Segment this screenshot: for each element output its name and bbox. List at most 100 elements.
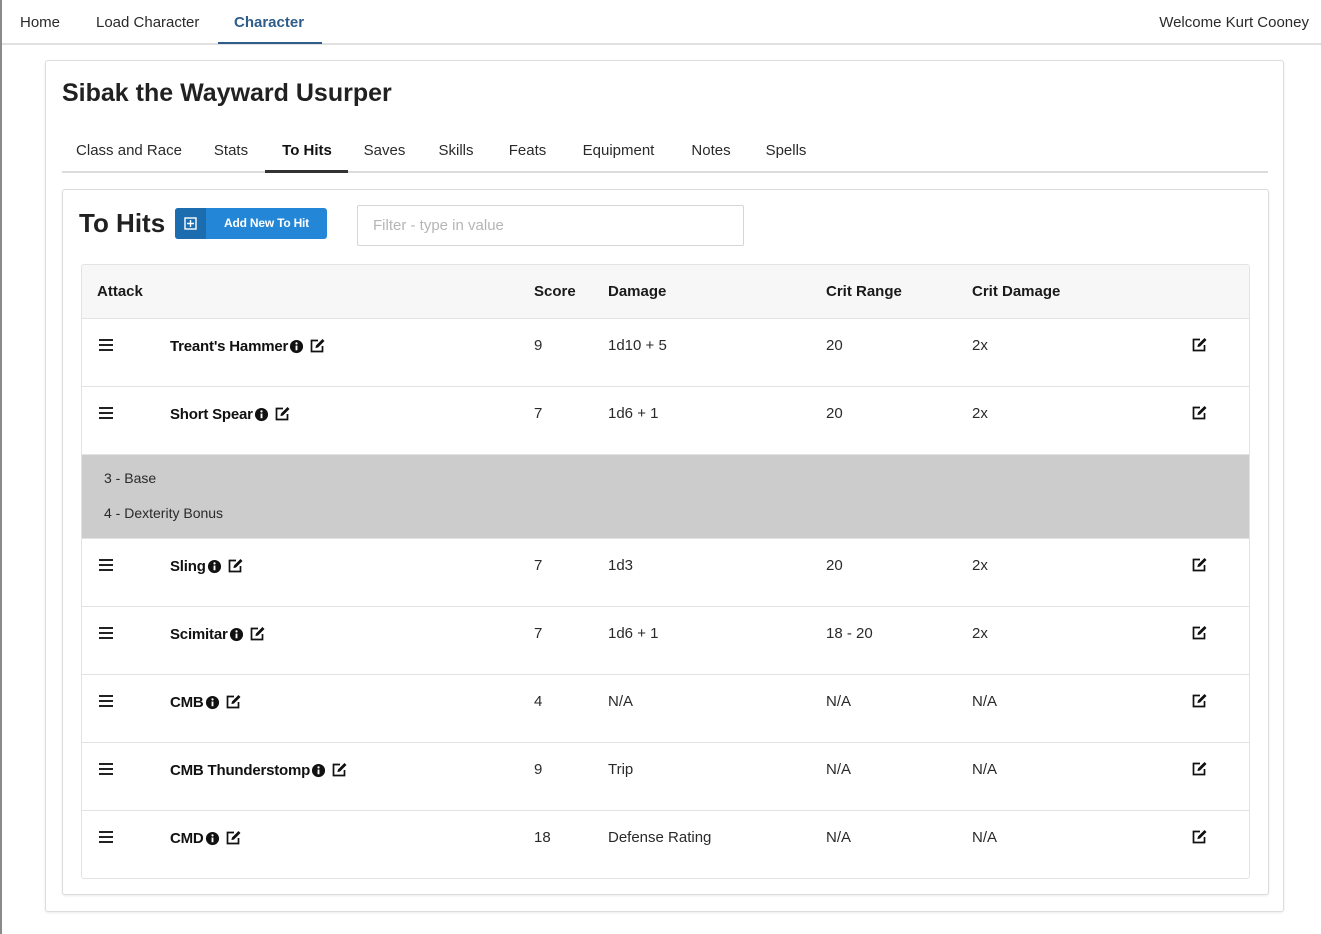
column-header-attack: Attack — [97, 283, 143, 300]
column-header-crit-damage: Crit Damage — [972, 283, 1061, 300]
edit-square-icon[interactable] — [1191, 761, 1208, 782]
crit-range-cell: N/A — [826, 829, 852, 846]
column-header-crit-range: Crit Range — [826, 283, 902, 300]
table-row[interactable]: Short Spear 7 1d6 + 1 20 2x — [82, 387, 1249, 455]
score-cell: 9 — [534, 337, 543, 354]
attack-name[interactable]: CMB Thunderstomp — [170, 762, 310, 779]
drag-handle-icon[interactable] — [99, 559, 113, 571]
crit-damage-cell: 2x — [972, 557, 988, 574]
score-cell: 9 — [534, 761, 543, 778]
edit-square-icon[interactable] — [1191, 693, 1208, 714]
character-card: Sibak the Wayward Usurper Class and Race… — [45, 60, 1284, 912]
table-body: Treant's Hammer 9 1d10 + 5 20 2x Short S… — [82, 319, 1249, 878]
score-breakdown: 3 - Base 4 - Dexterity Bonus — [82, 455, 1249, 539]
table-row[interactable]: CMB 4 N/A N/A N/A — [82, 675, 1249, 743]
edit-square-icon[interactable] — [249, 626, 266, 642]
drag-handle-icon[interactable] — [99, 763, 113, 775]
breakdown-line: 3 - Base — [104, 470, 157, 486]
damage-cell: 1d6 + 1 — [608, 405, 659, 422]
tab-feats[interactable]: Feats — [492, 129, 563, 171]
damage-cell: 1d3 — [608, 557, 634, 574]
score-cell: 4 — [534, 693, 543, 710]
table-header: Attack Score Damage Crit Range Crit Dama… — [82, 265, 1249, 319]
drag-handle-icon[interactable] — [99, 695, 113, 707]
score-cell: 7 — [534, 625, 543, 642]
crit-damage-cell: 2x — [972, 625, 988, 642]
tab-class-and-race[interactable]: Class and Race — [62, 129, 196, 171]
tab-saves[interactable]: Saves — [349, 129, 420, 171]
crit-range-cell: N/A — [826, 761, 852, 778]
tab-to-hits[interactable]: To Hits — [266, 129, 348, 171]
top-navbar: Home Load Character Character Welcome Ku… — [2, 0, 1321, 45]
info-circle-icon[interactable] — [254, 407, 269, 422]
crit-damage-cell: N/A — [972, 829, 998, 846]
to-hits-panel: To Hits Add New To Hit Attack Score Dama… — [62, 189, 1269, 895]
info-circle-icon[interactable] — [311, 763, 326, 778]
attack-name[interactable]: Treant's Hammer — [170, 338, 288, 355]
info-circle-icon[interactable] — [205, 695, 220, 710]
tab-stats[interactable]: Stats — [196, 129, 266, 171]
welcome-message: Welcome Kurt Cooney — [1159, 14, 1309, 31]
edit-square-icon[interactable] — [331, 762, 348, 778]
attack-name[interactable]: Short Spear — [170, 406, 253, 423]
column-header-score: Score — [534, 283, 576, 300]
damage-cell: Trip — [608, 761, 634, 778]
drag-handle-icon[interactable] — [99, 407, 113, 419]
tab-skills[interactable]: Skills — [420, 129, 492, 171]
damage-cell: 1d10 + 5 — [608, 337, 667, 354]
edit-square-icon[interactable] — [1191, 625, 1208, 646]
info-circle-icon[interactable] — [229, 627, 244, 642]
attack-name[interactable]: CMB — [170, 694, 204, 711]
info-circle-icon[interactable] — [289, 339, 304, 354]
edit-square-icon[interactable] — [274, 406, 291, 422]
edit-square-icon[interactable] — [1191, 405, 1208, 426]
edit-square-icon[interactable] — [225, 830, 242, 846]
table-row[interactable]: Treant's Hammer 9 1d10 + 5 20 2x — [82, 319, 1249, 387]
edit-square-icon[interactable] — [227, 558, 244, 574]
table-row[interactable]: CMD 18 Defense Rating N/A N/A — [82, 811, 1249, 878]
nav-active-indicator — [218, 42, 322, 44]
column-header-damage: Damage — [608, 283, 667, 300]
nav-load-character[interactable]: Load Character — [96, 0, 199, 43]
edit-square-icon[interactable] — [1191, 829, 1208, 850]
crit-range-cell: N/A — [826, 693, 852, 710]
nav-home[interactable]: Home — [20, 0, 60, 43]
tab-notes[interactable]: Notes — [673, 129, 749, 171]
edit-square-icon[interactable] — [1191, 337, 1208, 358]
character-name: Sibak the Wayward Usurper — [62, 79, 392, 107]
section-title: To Hits — [79, 208, 166, 238]
table-row[interactable]: CMB Thunderstomp 9 Trip N/A N/A — [82, 743, 1249, 811]
tab-active-indicator — [265, 170, 348, 173]
tab-spells[interactable]: Spells — [749, 129, 823, 171]
character-tabs: Class and Race Stats To Hits Saves Skill… — [62, 129, 1268, 173]
crit-damage-cell: 2x — [972, 337, 988, 354]
drag-handle-icon[interactable] — [99, 339, 113, 351]
table-row[interactable]: Scimitar 7 1d6 + 1 18 - 20 2x — [82, 607, 1249, 675]
add-button-label: Add New To Hit — [224, 216, 309, 230]
info-circle-icon[interactable] — [205, 831, 220, 846]
attack-name[interactable]: Sling — [170, 558, 206, 575]
nav-character[interactable]: Character — [234, 0, 304, 43]
score-cell: 7 — [534, 405, 543, 422]
table-row[interactable]: Sling 7 1d3 20 2x — [82, 539, 1249, 607]
drag-handle-icon[interactable] — [99, 831, 113, 843]
crit-range-cell: 20 — [826, 405, 843, 422]
crit-damage-cell: 2x — [972, 405, 988, 422]
breakdown-line: 4 - Dexterity Bonus — [104, 505, 224, 521]
add-new-to-hit-button[interactable]: Add New To Hit — [175, 208, 327, 239]
crit-range-cell: 20 — [826, 337, 843, 354]
score-cell: 7 — [534, 557, 543, 574]
drag-handle-icon[interactable] — [99, 627, 113, 639]
edit-square-icon[interactable] — [225, 694, 242, 710]
damage-cell: 1d6 + 1 — [608, 625, 659, 642]
attack-name[interactable]: CMD — [170, 830, 204, 847]
tab-equipment[interactable]: Equipment — [564, 129, 673, 171]
attack-name[interactable]: Scimitar — [170, 626, 228, 643]
to-hits-table: Attack Score Damage Crit Range Crit Dama… — [81, 264, 1250, 879]
edit-square-icon[interactable] — [1191, 557, 1208, 578]
info-circle-icon[interactable] — [207, 559, 222, 574]
filter-input[interactable] — [357, 205, 744, 246]
score-cell: 18 — [534, 829, 551, 846]
crit-range-cell: 20 — [826, 557, 843, 574]
edit-square-icon[interactable] — [309, 338, 326, 354]
